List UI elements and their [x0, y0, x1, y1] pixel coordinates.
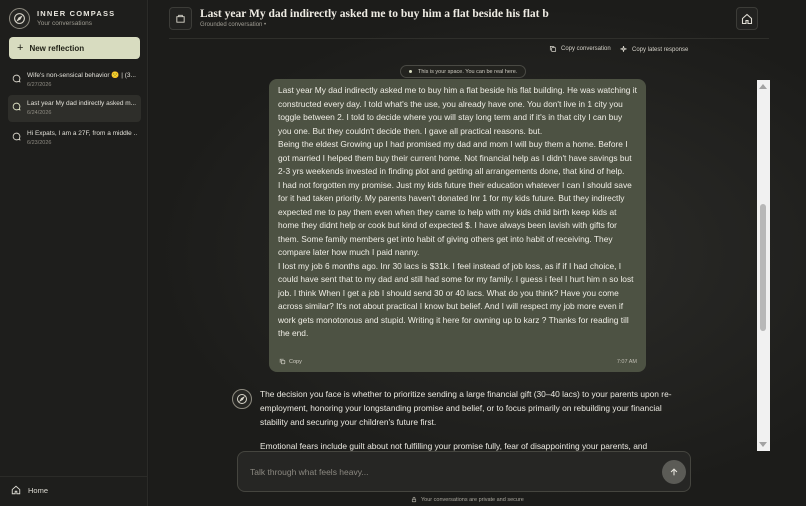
plus-icon: + [17, 42, 24, 54]
brand-subtitle: Your conversations [37, 19, 93, 27]
conversation-title: Wife's non-sensical behavior 🙁 | (3... [27, 72, 136, 79]
conversation-icon-box [169, 7, 192, 30]
brand-name: INNER COMPASS [37, 8, 116, 18]
sparkle-copy-icon [620, 46, 627, 52]
scroll-down-arrow[interactable] [759, 442, 767, 447]
sidebar-home-link[interactable]: Home [11, 485, 48, 495]
assistant-message: The decision you face is whether to prio… [260, 387, 680, 453]
new-reflection-label: New reflection [29, 43, 85, 53]
space-notice-pill: This is your space. You can be real here… [400, 65, 527, 78]
space-notice-text: This is your space. You can be real here… [418, 68, 518, 75]
sidebar-divider [0, 476, 148, 477]
lock-icon [411, 496, 417, 503]
scroll-up-arrow[interactable] [759, 84, 767, 89]
user-message-bubble: Last year My dad indirectly asked me to … [269, 79, 646, 372]
compass-icon [237, 394, 247, 404]
conversation-date: 6/23/2026 [27, 140, 52, 146]
copy-conversation-button[interactable]: Copy conversation [549, 45, 611, 53]
brand: INNER COMPASS Your conversations [9, 8, 115, 29]
message-scrollbar[interactable] [757, 80, 770, 451]
assistant-paragraph: The decision you face is whether to prio… [260, 389, 672, 427]
status-dot [409, 70, 412, 73]
message-timestamp: 7:07 AM [616, 359, 637, 365]
home-icon [741, 13, 753, 24]
chat-bubble-icon [12, 74, 21, 83]
conversation-item[interactable]: Hi Expats, I am a 27F, from a middle ...… [8, 125, 141, 152]
home-label: Home [28, 485, 49, 495]
arrow-up-icon [670, 468, 678, 476]
user-message-text: Last year My dad indirectly asked me to … [278, 85, 637, 338]
sidebar: INNER COMPASS Your conversations + New r… [0, 0, 148, 506]
scroll-thumb[interactable] [760, 204, 766, 331]
copy-latest-label: Copy latest response [632, 46, 689, 53]
conversation-item[interactable]: Wife's non-sensical behavior 🙁 | (3... 6… [8, 67, 141, 94]
home-button[interactable] [736, 7, 758, 30]
copy-message-button[interactable]: Copy [279, 358, 302, 365]
chat-bubble-icon [12, 132, 21, 141]
copy-icon [279, 358, 286, 365]
privacy-note: Your conversations are private and secur… [411, 496, 524, 503]
conversation-title: Hi Expats, I am a 27F, from a middle ... [27, 130, 137, 137]
compass-icon [9, 8, 30, 29]
chat-bubble-icon [12, 102, 21, 111]
copy-icon [549, 45, 557, 53]
conversation-item-active[interactable]: Last year My dad indirectly asked m... 6… [8, 95, 141, 122]
copy-latest-response-button[interactable]: Copy latest response [619, 45, 688, 54]
message-input[interactable] [250, 464, 650, 480]
assistant-avatar [232, 389, 252, 409]
home-icon [11, 485, 21, 495]
privacy-text: Your conversations are private and secur… [421, 496, 524, 503]
conversation-date: 6/24/2026 [27, 110, 52, 116]
archive-box-icon [176, 14, 185, 23]
conversation-date: 6/27/2026 [27, 82, 52, 88]
header-divider [169, 38, 769, 39]
conversation-title-heading: Last year My dad indirectly asked me to … [200, 8, 549, 20]
copy-conversation-label: Copy conversation [561, 46, 611, 52]
main-panel: Last year My dad indirectly asked me to … [149, 0, 806, 506]
composer [237, 451, 691, 492]
conversation-subtitle: Grounded conversation • [200, 22, 267, 28]
conversation-title: Last year My dad indirectly asked m... [27, 100, 137, 107]
copy-message-label: Copy [289, 358, 302, 365]
send-button[interactable] [662, 460, 686, 484]
new-reflection-button[interactable]: + New reflection [9, 37, 140, 59]
